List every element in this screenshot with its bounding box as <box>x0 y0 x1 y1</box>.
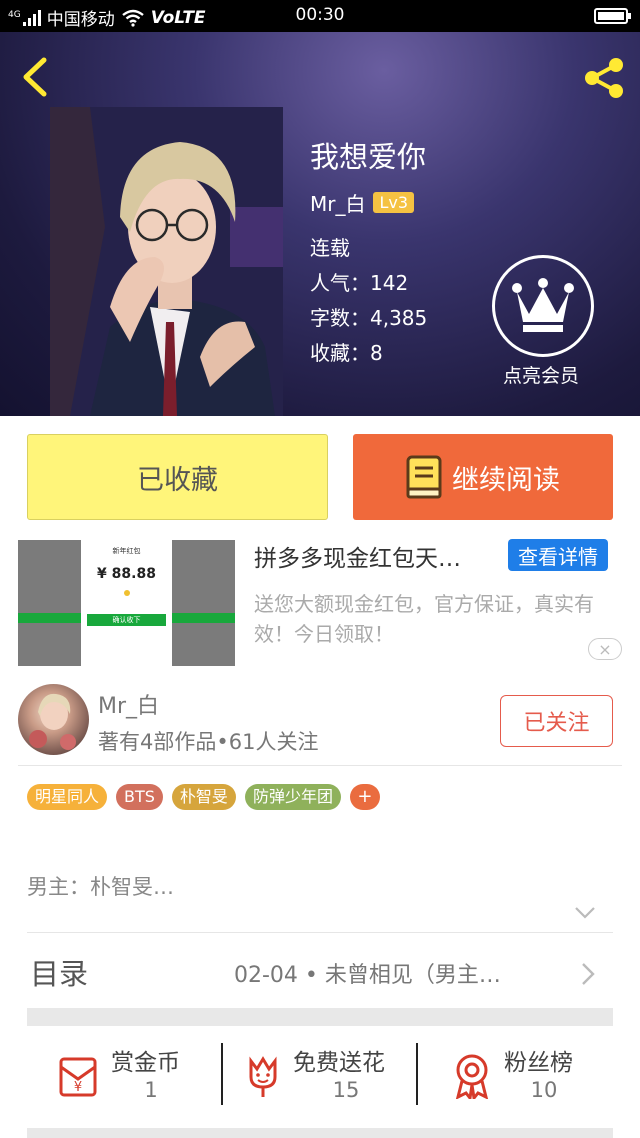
toc-latest-chapter[interactable]: 02-04 • 未曾相见（男主… <box>234 957 501 989</box>
book-icon <box>406 455 442 499</box>
cover-image <box>50 107 283 416</box>
chevron-right-icon[interactable] <box>580 962 596 986</box>
chevron-down-icon[interactable] <box>574 906 596 920</box>
divider <box>27 932 613 933</box>
collected-label: 已收藏 <box>137 464 218 496</box>
favorites-stat: 收藏：8 <box>310 341 383 365</box>
fan-ranking-button[interactable]: 粉丝榜 10 <box>418 1033 613 1118</box>
word-count-stat: 字数：4,385 <box>310 306 428 330</box>
author-avatar[interactable] <box>18 684 89 755</box>
author-row: Mr_白 Lv3 <box>310 188 415 217</box>
avatar-image <box>29 693 76 750</box>
tag-item[interactable]: 朴智旻 <box>171 784 236 810</box>
section-separator <box>27 1008 613 1026</box>
popularity-stat: 人气：142 <box>310 271 409 295</box>
ad-close-icon[interactable]: × <box>588 638 622 660</box>
vip-label: 点亮会员 <box>502 365 579 387</box>
tag-item[interactable]: 防弹少年团 <box>244 784 341 810</box>
status-bar: 4G 中国移动 VoLTE 00:30 <box>0 0 640 32</box>
battery-icon <box>594 8 631 24</box>
reward-coins-button[interactable]: ¥ 赏金币 1 <box>27 1033 222 1118</box>
book-cover[interactable] <box>50 107 283 416</box>
continue-reading-button[interactable]: 继续阅读 <box>353 434 613 520</box>
author-info: 著有4部作品•61人关注 <box>98 730 319 754</box>
section-separator <box>27 1128 613 1138</box>
flowers-count: 15 <box>332 1078 360 1102</box>
toc-title[interactable]: 目录 <box>30 951 88 993</box>
share-icon[interactable] <box>580 54 628 102</box>
vip-button[interactable]: 点亮会员 <box>492 255 596 388</box>
level-badge: Lv3 <box>373 192 415 213</box>
tag-item[interactable]: 明星同人 <box>27 784 108 810</box>
author-name[interactable]: Mr_白 <box>310 188 365 217</box>
ad-detail-label: 查看详情 <box>518 544 598 569</box>
red-envelope-icon: ¥ <box>59 1057 97 1097</box>
follow-button[interactable]: 已关注 <box>500 695 613 747</box>
ad-title[interactable]: 拼多多现金红包天… <box>254 539 461 573</box>
fans-count: 10 <box>530 1078 558 1102</box>
ad-card-header: 新年红包 <box>112 547 141 555</box>
bottom-actions: ¥ 赏金币 1 免费送花 15 粉丝榜 10 <box>27 1033 613 1118</box>
coin-icon <box>123 590 130 596</box>
collected-button[interactable]: 已收藏 <box>27 434 328 520</box>
book-intro: 男主：朴智旻… <box>27 875 174 899</box>
flowers-label: 免费送花 <box>293 1050 385 1076</box>
reward-count: 1 <box>144 1078 158 1102</box>
flower-icon <box>249 1056 277 1097</box>
medal-icon <box>455 1054 489 1099</box>
author-name-link[interactable]: Mr_白 <box>98 688 159 720</box>
crown-icon <box>512 278 574 332</box>
serial-status: 连载 <box>310 236 350 260</box>
ad-description: 送您大额现金红包，官方保证，真实有效！今日领取！ <box>254 592 594 646</box>
book-header: 我想爱你 Mr_白 Lv3 连载 人气：142 字数：4,385 收藏：8 点亮… <box>0 32 640 416</box>
back-icon[interactable] <box>16 54 56 100</box>
free-flowers-button[interactable]: 免费送花 15 <box>223 1033 417 1118</box>
ad-image[interactable]: 新年红包 ¥ 88.88 确认收下 <box>18 540 235 666</box>
status-time: 00:30 <box>295 5 345 25</box>
divider <box>18 765 622 766</box>
tag-item[interactable]: BTS <box>116 784 163 810</box>
continue-label: 继续阅读 <box>452 464 560 496</box>
add-tag-button[interactable]: + <box>349 784 380 810</box>
ad-card-button: 确认收下 <box>87 614 166 626</box>
reward-label: 赏金币 <box>111 1050 180 1076</box>
fans-label: 粉丝榜 <box>504 1050 573 1076</box>
follow-label: 已关注 <box>523 711 590 736</box>
tag-list: 明星同人 BTS 朴智旻 防弹少年团 + <box>27 784 380 810</box>
svg-text:¥: ¥ <box>74 1080 82 1095</box>
ad-card: 新年红包 ¥ 88.88 确认收下 <box>81 540 172 666</box>
ad-detail-button[interactable]: 查看详情 <box>508 539 608 571</box>
book-title: 我想爱你 <box>310 140 427 174</box>
ad-card-amount: ¥ 88.88 <box>97 566 156 582</box>
detail-content: 已收藏 继续阅读 新年红包 ¥ 88.88 确认收下 拼多多现金红包天… 查看详… <box>0 416 640 1138</box>
